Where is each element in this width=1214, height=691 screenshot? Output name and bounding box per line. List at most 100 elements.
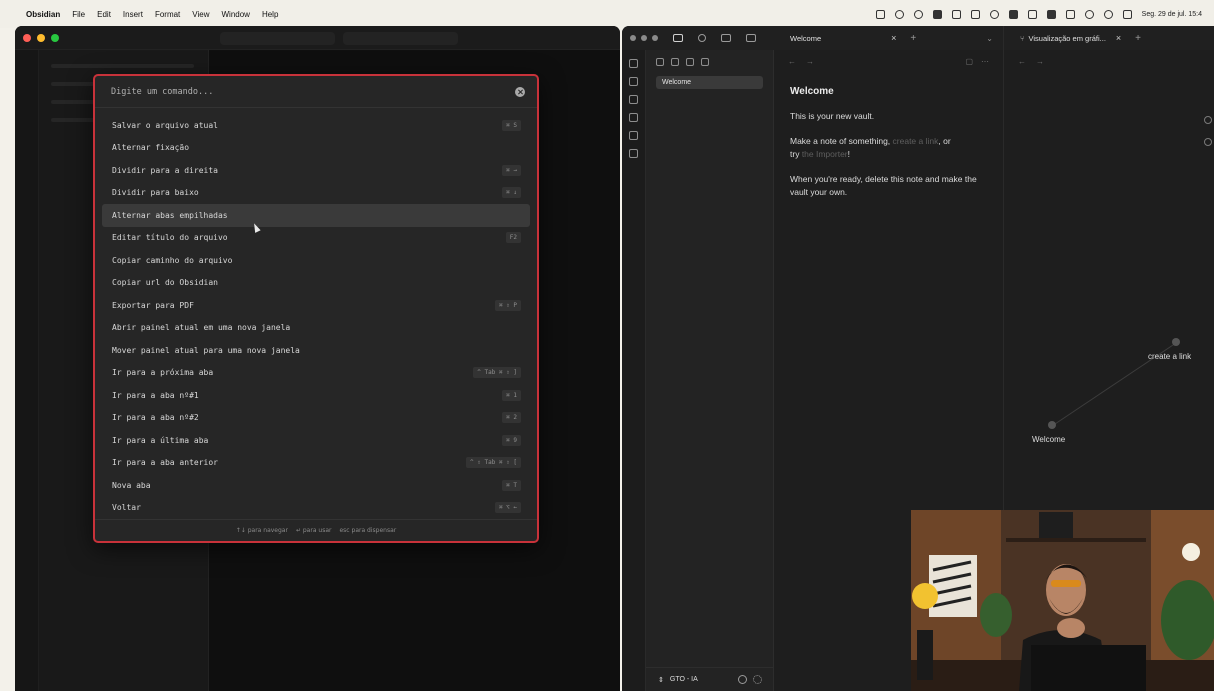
command-item[interactable]: Nova aba ⌘ T (102, 474, 530, 497)
more-options-icon[interactable]: ⋯ (981, 57, 989, 66)
status-window-icon[interactable] (1027, 9, 1037, 19)
graph-icon[interactable] (629, 77, 638, 86)
status-screen-icon[interactable] (951, 9, 961, 19)
status-record-icon[interactable] (894, 9, 904, 19)
close-window-button[interactable] (23, 33, 31, 42)
calendar-icon[interactable] (629, 113, 638, 122)
back-arrow-icon[interactable]: ← (788, 57, 796, 66)
menu-app-name[interactable]: Obsidian (26, 10, 60, 19)
menu-insert[interactable]: Insert (123, 10, 143, 19)
close-tab-icon[interactable]: × (1116, 33, 1121, 43)
new-note-icon[interactable] (656, 58, 664, 66)
settings-gear-icon[interactable] (753, 675, 762, 684)
graph-tab[interactable]: ⑂ Visualização em gráfi... × + (1004, 26, 1214, 50)
left-tab-1[interactable] (220, 32, 335, 45)
menu-file[interactable]: File (72, 10, 85, 19)
clear-search-icon[interactable] (515, 86, 525, 97)
help-icon[interactable] (738, 675, 747, 684)
copy-icon[interactable] (629, 131, 638, 140)
command-item[interactable]: Dividir para baixo ⌘ ↓ (102, 182, 530, 205)
bookmark-icon[interactable] (721, 34, 731, 42)
note-text: ! (847, 148, 851, 159)
command-label: Voltar (112, 503, 141, 513)
close-window-button[interactable] (630, 35, 636, 41)
command-item[interactable]: Mover painel atual para uma nova janela (102, 339, 530, 362)
command-item[interactable]: Editar título do arquivo F2 (102, 227, 530, 250)
note-title: Welcome (790, 86, 834, 97)
search-icon[interactable] (698, 34, 706, 42)
battery-icon[interactable] (1065, 9, 1075, 19)
graph-node-welcome[interactable] (1048, 421, 1056, 429)
status-gear-icon[interactable] (932, 9, 942, 19)
status-clock-icon[interactable] (989, 9, 999, 19)
menu-window[interactable]: Window (221, 10, 249, 19)
status-target-icon[interactable] (913, 9, 923, 19)
command-item[interactable]: Ir para a aba nº#1 ⌘ 1 (102, 384, 530, 407)
new-folder-icon[interactable] (671, 58, 679, 66)
sort-icon[interactable] (686, 58, 694, 66)
menu-format[interactable]: Format (155, 10, 180, 19)
command-item[interactable]: Copiar caminho do arquivo (102, 249, 530, 272)
chevron-down-icon[interactable]: ⌄ (986, 34, 993, 43)
command-item[interactable]: Alternar fixação (102, 137, 530, 160)
menubar-clock[interactable]: Seg. 29 de jul. 15:4 (1142, 11, 1202, 18)
command-item[interactable]: Salvar o arquivo atual ⌘ S (102, 114, 530, 137)
welcome-tab[interactable]: Welcome × + ⌄ (774, 26, 1003, 50)
minimize-window-button[interactable] (641, 35, 647, 41)
importer-link[interactable]: the Importer (802, 149, 848, 159)
forward-arrow-icon[interactable]: → (1036, 57, 1044, 66)
command-item[interactable]: Ir para a aba anterior ^ ⇧ Tab ⌘ ⇧ [ (102, 452, 530, 475)
command-item[interactable]: Ir para a aba nº#2 ⌘ 2 (102, 407, 530, 430)
search-icon[interactable] (1103, 9, 1113, 19)
graph-settings-gear-icon[interactable] (1204, 116, 1212, 124)
minimize-window-button[interactable] (37, 33, 45, 42)
file-icon[interactable] (629, 59, 638, 68)
collapse-icon[interactable] (701, 58, 709, 66)
file-item-welcome[interactable]: Welcome (656, 76, 763, 89)
command-search-input[interactable] (111, 86, 515, 97)
command-item[interactable]: Copiar url do Obsidian (102, 272, 530, 295)
zoom-window-button[interactable] (652, 35, 658, 41)
command-label: Ir para a aba nº#2 (112, 413, 199, 423)
command-hotkey: ⌘ S (502, 119, 521, 131)
command-hotkey: ^ ⇧ Tab ⌘ ⇧ [ (466, 457, 521, 469)
command-label: Copiar url do Obsidian (112, 278, 218, 288)
command-label: Editar título do arquivo (112, 233, 228, 243)
left-tab-2[interactable] (343, 32, 458, 45)
menu-view[interactable]: View (192, 10, 209, 19)
command-item[interactable]: Abrir painel atual em uma nova janela (102, 317, 530, 340)
control-center-icon[interactable] (1122, 9, 1132, 19)
command-item-selected[interactable]: Alternar abas empilhadas (102, 204, 530, 227)
graph-node-create-a-link[interactable] (1172, 338, 1180, 346)
forward-arrow-icon[interactable]: → (806, 57, 814, 66)
zoom-window-button[interactable] (51, 33, 59, 42)
status-display-icon[interactable] (1008, 9, 1018, 19)
menu-help[interactable]: Help (262, 10, 278, 19)
vault-switcher[interactable]: ⇕ GTO - IA (646, 667, 774, 691)
canvas-icon[interactable] (629, 95, 638, 104)
back-arrow-icon[interactable]: ← (1018, 57, 1026, 66)
status-app-icon[interactable] (875, 9, 885, 19)
command-item[interactable]: Exportar para PDF ⌘ ⇧ P (102, 294, 530, 317)
terminal-icon[interactable] (629, 149, 638, 158)
close-tab-icon[interactable]: × (891, 33, 896, 43)
folder-icon[interactable] (673, 34, 683, 42)
new-tab-icon[interactable]: + (910, 33, 916, 44)
menu-edit[interactable]: Edit (97, 10, 111, 19)
command-item[interactable]: Ir para a próxima aba ^ Tab ⌘ ⇧ ] (102, 362, 530, 385)
status-mic-icon[interactable] (1046, 9, 1056, 19)
webcam-laptop (1031, 645, 1146, 691)
create-link-link[interactable]: create a link (893, 136, 939, 146)
command-item[interactable]: Dividir para a direita ⌘ → (102, 159, 530, 182)
new-tab-icon[interactable]: + (1135, 33, 1141, 44)
status-play-icon[interactable] (970, 9, 980, 19)
command-item[interactable]: Ir para a última aba ⌘ 9 (102, 429, 530, 452)
command-label: Dividir para a direita (112, 165, 218, 175)
sidebar-toggle-icon[interactable] (746, 34, 756, 42)
vault-name[interactable]: GTO - IA (670, 676, 698, 683)
graph-animate-icon[interactable] (1204, 138, 1212, 146)
reading-view-icon[interactable]: ▢ (965, 57, 973, 66)
wifi-icon[interactable] (1084, 9, 1094, 19)
command-item[interactable]: Voltar ⌘ ⌥ ← (102, 497, 530, 520)
vault-chevron-icon: ⇕ (658, 676, 664, 684)
